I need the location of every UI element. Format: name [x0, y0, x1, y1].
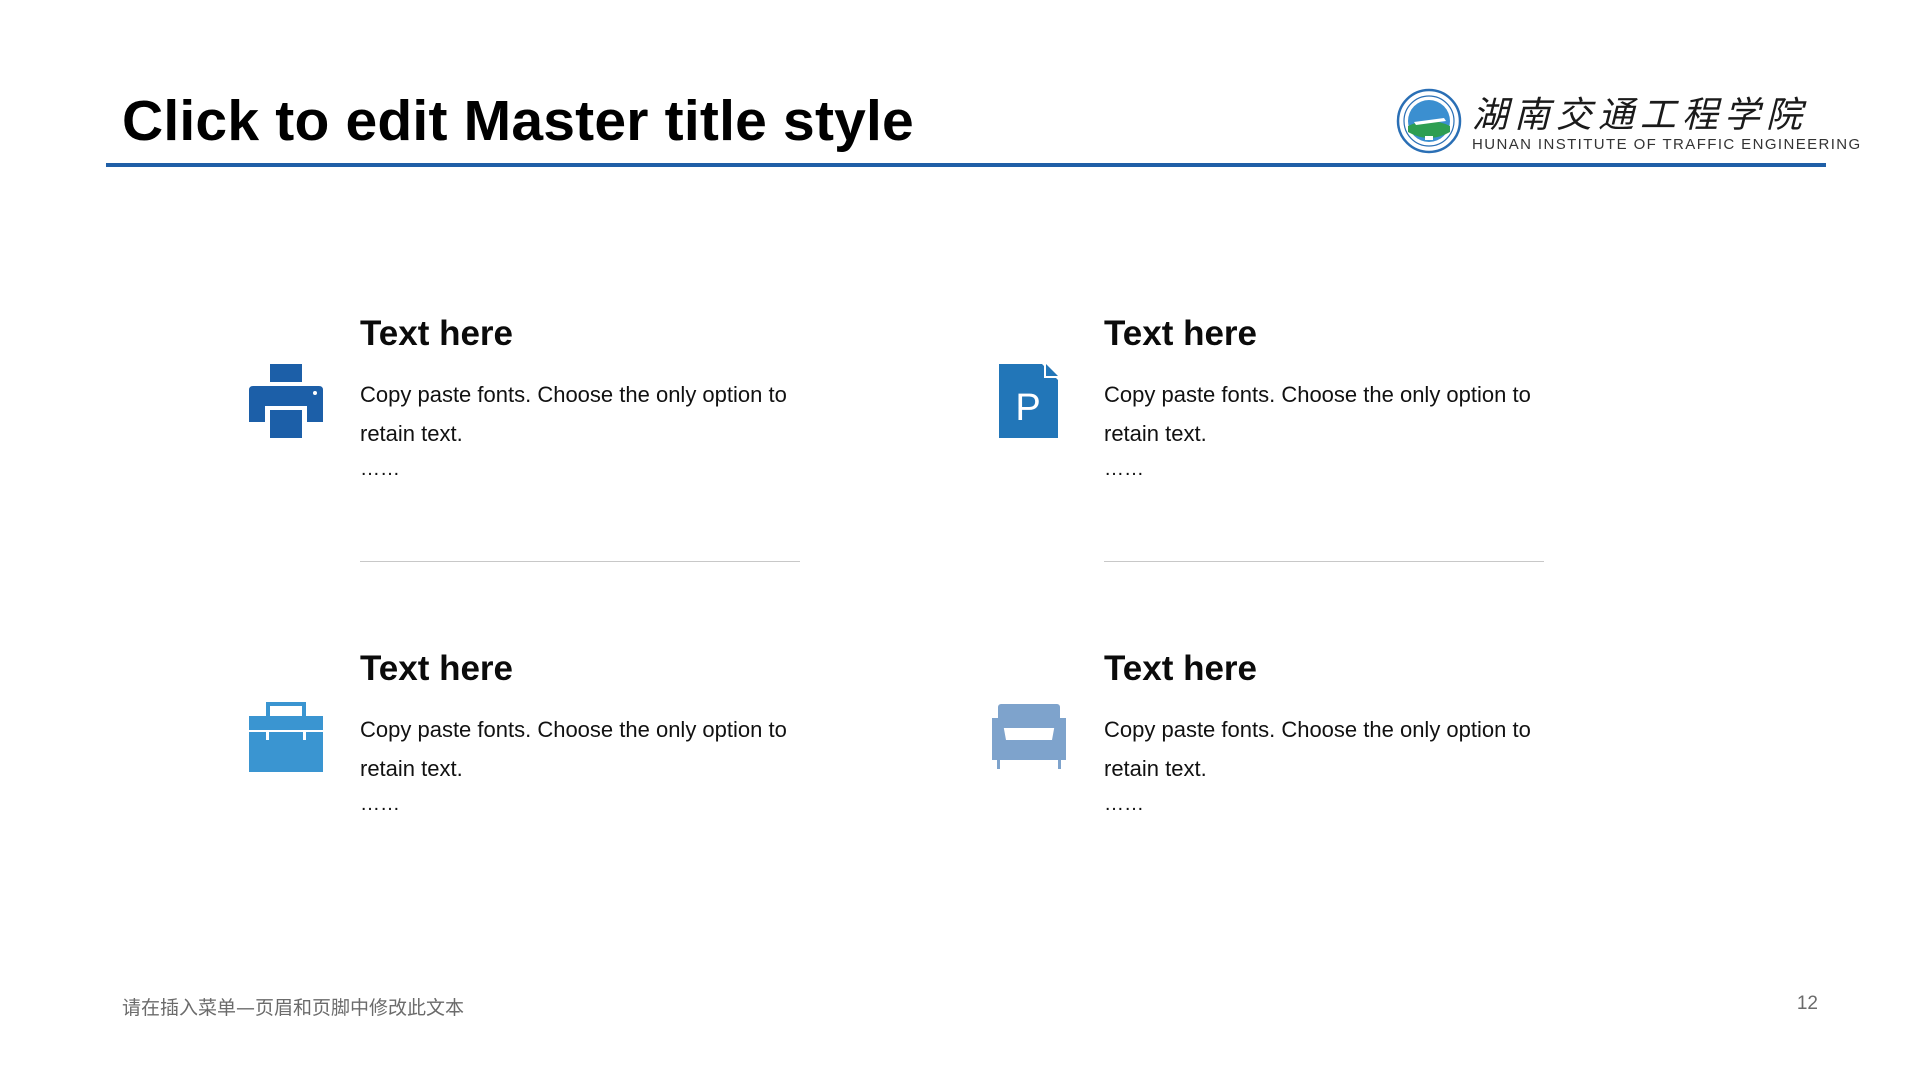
- document-p-icon: P: [999, 364, 1058, 438]
- card-ellipsis: ……: [360, 793, 400, 815]
- institute-name-en: HUNAN INSTITUTE OF TRAFFIC ENGINEERING: [1472, 136, 1862, 153]
- card-heading: Text here: [1104, 649, 1258, 688]
- toolbox-icon: [249, 702, 323, 772]
- document-letter: P: [1015, 387, 1040, 429]
- institute-name-cn: 湖南交通工程学院: [1472, 95, 1809, 136]
- card-heading: Text here: [360, 314, 514, 353]
- info-card-2: Text here Copy paste fonts. Choose the o…: [1104, 311, 1544, 481]
- card-body: Copy paste fonts. Choose the only option…: [1104, 382, 1531, 446]
- info-card-4: Text here Copy paste fonts. Choose the o…: [1104, 646, 1544, 816]
- card-ellipsis: ……: [1104, 793, 1144, 815]
- card-body: Copy paste fonts. Choose the only option…: [360, 382, 787, 446]
- card-body: Copy paste fonts. Choose the only option…: [360, 717, 787, 781]
- slide-title: Click to edit Master title style: [122, 89, 914, 153]
- page-number: 12: [1796, 993, 1818, 1014]
- footer-text: 请在插入菜单—页眉和页脚中修改此文本: [122, 997, 465, 1019]
- info-card-3: Text here Copy paste fonts. Choose the o…: [360, 646, 800, 816]
- card-divider: [1104, 561, 1544, 562]
- institute-emblem-icon: [1396, 88, 1462, 154]
- card-heading: Text here: [360, 649, 514, 688]
- institute-logo: 湖南交通工程学院 HUNAN INSTITUTE OF TRAFFIC ENGI…: [1396, 86, 1860, 160]
- title-underline: [106, 163, 1826, 167]
- card-divider: [360, 561, 800, 562]
- card-ellipsis: ……: [360, 458, 400, 480]
- printer-icon: [249, 364, 323, 438]
- sofa-icon: [992, 704, 1066, 769]
- card-body: Copy paste fonts. Choose the only option…: [1104, 717, 1531, 781]
- info-card-1: Text here Copy paste fonts. Choose the o…: [360, 311, 800, 481]
- card-heading: Text here: [1104, 314, 1258, 353]
- card-ellipsis: ……: [1104, 458, 1144, 480]
